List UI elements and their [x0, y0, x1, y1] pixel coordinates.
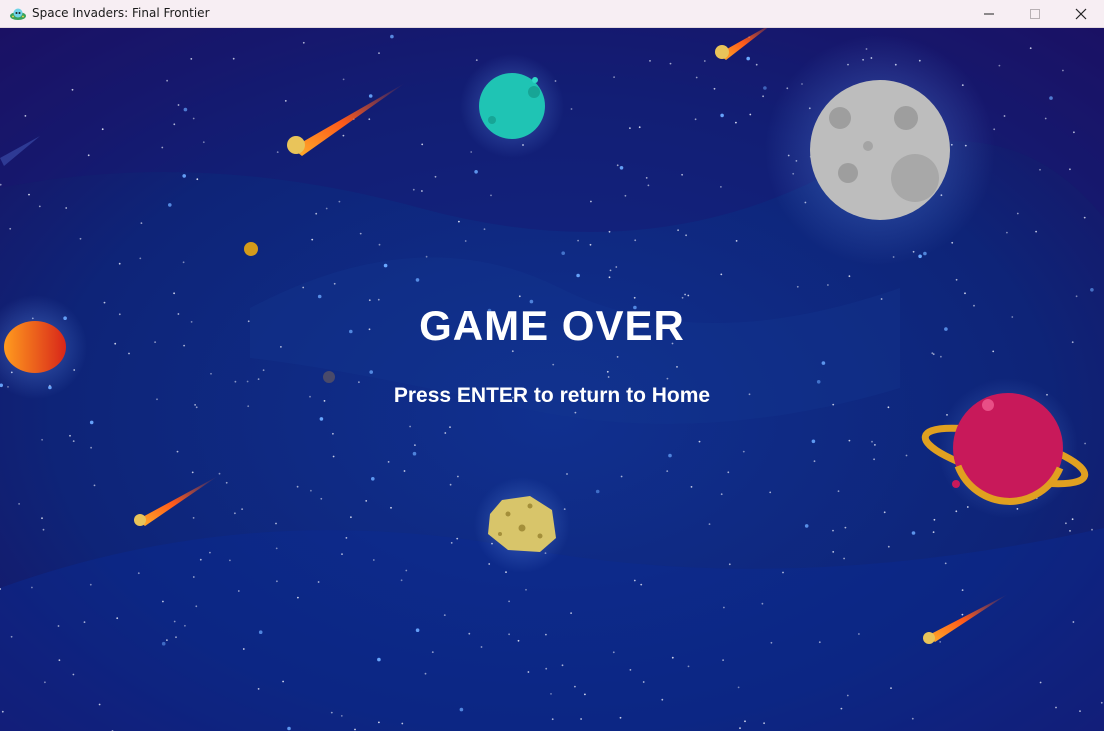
game-canvas[interactable]: GAME OVER Press ENTER to return to Home: [0, 28, 1104, 731]
maximize-button[interactable]: [1012, 0, 1058, 27]
game-over-title: GAME OVER: [419, 302, 685, 349]
title-bar: Space Invaders: Final Frontier: [0, 0, 1104, 28]
minimize-icon: [984, 13, 994, 14]
game-over-overlay: GAME OVER Press ENTER to return to Home: [0, 28, 1104, 731]
minimize-button[interactable]: [966, 0, 1012, 27]
alien-ufo-icon: [10, 8, 26, 20]
maximize-icon: [1030, 8, 1040, 19]
game-window: Space Invaders: Final Frontier GAME OVER…: [0, 0, 1104, 731]
close-button[interactable]: [1058, 0, 1104, 27]
close-icon: [1075, 8, 1087, 19]
return-home-prompt: Press ENTER to return to Home: [393, 384, 711, 407]
window-title: Space Invaders: Final Frontier: [32, 6, 210, 20]
